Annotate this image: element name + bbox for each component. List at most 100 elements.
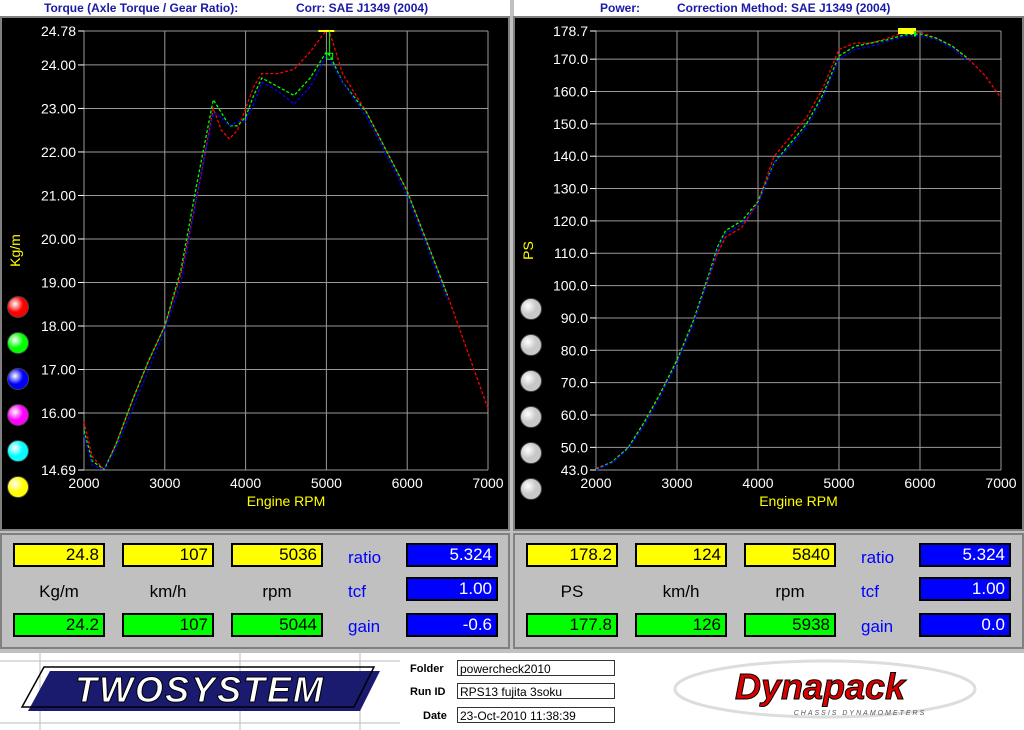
run-toggle-6[interactable] (520, 478, 542, 500)
speed-current-value: 126 (635, 613, 727, 637)
y-tick-label: 70.0 (561, 375, 588, 391)
y-tick-label: 90.0 (561, 310, 588, 326)
x-axis-label: Engine RPM (247, 493, 326, 509)
run-toggle-3[interactable] (7, 368, 29, 390)
y-tick-label: 16.00 (41, 405, 76, 421)
tcf-label: tcf (348, 582, 366, 601)
unit-rpm: rpm (262, 582, 292, 601)
series-line-1 (595, 31, 1002, 470)
y-tick-label: 24.00 (41, 57, 76, 73)
power-readout-panel: 178.2 124 5840 PS km/h rpm 177.8 126 593… (513, 533, 1024, 649)
torque-chart: 2000 3000 4000 5000 6000 700024.7824.0023.002… (7, 23, 504, 509)
rpm-peak-value: 5840 (744, 543, 836, 567)
y-tick-label: 23.00 (41, 100, 76, 116)
run-toggle-5[interactable] (7, 440, 29, 462)
twosystem-logo-text: TWOSYSTEM (75, 669, 325, 710)
gain-value[interactable]: 0.0 (919, 613, 1011, 637)
torque-chart-panel: 2000 3000 4000 5000 6000 7000 24.78 24.00 23.00 2… (0, 16, 510, 531)
y-tick-label: 50.0 (561, 439, 588, 455)
run-toggle-5[interactable] (520, 442, 542, 464)
left-correction: Corr: SAE J1349 (2004) (296, 1, 429, 15)
y-tick-label: 20.00 (41, 231, 76, 247)
dynapack-logo: Dynapack CHASSIS DYNAMOMETERS (673, 659, 977, 719)
power-peak-value: 178.2 (526, 543, 618, 567)
right-header: Power: Correction Method: SAE J1349 (200… (514, 0, 1024, 16)
right-correction: Correction Method: SAE J1349 (2004) (677, 1, 891, 15)
date-label: Date (423, 710, 447, 722)
x-tick-label: 3000 (661, 475, 692, 491)
run-toggle-1[interactable] (7, 296, 29, 318)
x-tick-label: 5000 (311, 475, 342, 491)
y-tick-label: 150.0 (553, 116, 588, 132)
ratio-value[interactable]: 5.324 (406, 543, 498, 567)
date-field[interactable]: 23-Oct-2010 11:38:39 (457, 707, 615, 723)
y-tick-label: 140.0 (553, 148, 588, 164)
tcf-value[interactable]: 1.00 (919, 577, 1011, 601)
x-axis-label: Engine RPM (759, 493, 838, 509)
run-toggle-4[interactable] (520, 406, 542, 428)
rpm-peak-value: 5036 (231, 543, 323, 567)
x-tick-label: 4000 (230, 475, 261, 491)
y-tick-label: 130.0 (553, 181, 588, 197)
y-tick-label: 110.0 (554, 245, 588, 261)
run-toggle-1[interactable] (520, 298, 542, 320)
left-chart-title: Torque (Axle Torque / Gear Ratio): (44, 1, 239, 15)
ratio-label: ratio (348, 548, 382, 567)
y-tick-label: 14.69 (41, 462, 76, 478)
dynapack-logo-text: Dynapack (735, 666, 907, 707)
run-toggle-6[interactable] (7, 476, 29, 498)
speed-current-value: 107 (122, 613, 214, 637)
power-chart-panel: 2000 3000 4000 5000 6000 7000 178.7 170.0 160.0 1… (513, 16, 1024, 531)
torque-current-value: 24.2 (13, 613, 105, 637)
gain-value[interactable]: -0.6 (406, 613, 498, 637)
tcf-label: tcf (861, 582, 879, 601)
unit-kmh: km/h (149, 582, 187, 601)
twosystem-logo: TWOSYSTEM (0, 653, 400, 730)
y-tick-label: 17.00 (41, 361, 76, 377)
x-tick-label: 7000 (985, 475, 1016, 491)
speed-peak-value: 107 (122, 543, 214, 567)
x-tick-label: 6000 (392, 475, 423, 491)
gain-label: gain (861, 617, 894, 636)
x-tick-label: 3000 (149, 475, 180, 491)
run-toggle-2[interactable] (7, 332, 29, 354)
run-toggle-4[interactable] (7, 404, 29, 426)
x-tick-label: 6000 (904, 475, 935, 491)
x-tick-label: 7000 (472, 475, 503, 491)
peak-marker (898, 28, 917, 34)
torque-readout-panel: 24.8 107 5036 Kg/m km/h rpm 24.2 107 504… (0, 533, 510, 649)
ratio-value[interactable]: 5.324 (919, 543, 1011, 567)
rpm-current-value: 5938 (744, 613, 836, 637)
series-line-2 (83, 50, 449, 471)
y-tick-label: 24.78 (41, 23, 76, 39)
gain-label: gain (348, 617, 381, 636)
run-toggle-3[interactable] (520, 370, 542, 392)
y-tick-label: 100.0 (553, 278, 588, 294)
dynapack-subtitle: CHASSIS DYNAMOMETERS (794, 710, 927, 717)
tcf-value[interactable]: 1.00 (406, 577, 498, 601)
run-toggle-2[interactable] (520, 334, 542, 356)
y-tick-label: 170.0 (553, 51, 588, 67)
y-tick-label: 120.0 (553, 213, 588, 229)
folder-label: Folder (410, 663, 444, 675)
unit-rpm: rpm (775, 582, 805, 601)
unit-kmh: km/h (662, 582, 700, 601)
torque-peak-value: 24.8 (13, 543, 105, 567)
left-header: Torque (Axle Torque / Gear Ratio): Corr:… (0, 0, 510, 16)
runid-field[interactable]: RPS13 fujita 3soku (457, 683, 615, 699)
footer: TWOSYSTEM Folder powercheck2010 Run ID R… (0, 653, 1024, 730)
y-tick-label: 160.0 (553, 83, 588, 99)
folder-field[interactable]: powercheck2010 (457, 660, 615, 676)
y-tick-label: 19.00 (41, 274, 76, 290)
y-axis-label: Kg/m (7, 234, 23, 267)
rpm-current-value: 5044 (231, 613, 323, 637)
ratio-label: ratio (861, 548, 895, 567)
series-line-2 (595, 33, 970, 470)
y-tick-label: 21.00 (41, 187, 76, 203)
speed-peak-value: 124 (635, 543, 727, 567)
unit-ps: PS (560, 582, 584, 601)
x-tick-label: 5000 (823, 475, 854, 491)
y-axis-label: PS (520, 241, 536, 260)
right-chart-title: Power: (600, 1, 641, 15)
series-line-1 (83, 29, 489, 471)
